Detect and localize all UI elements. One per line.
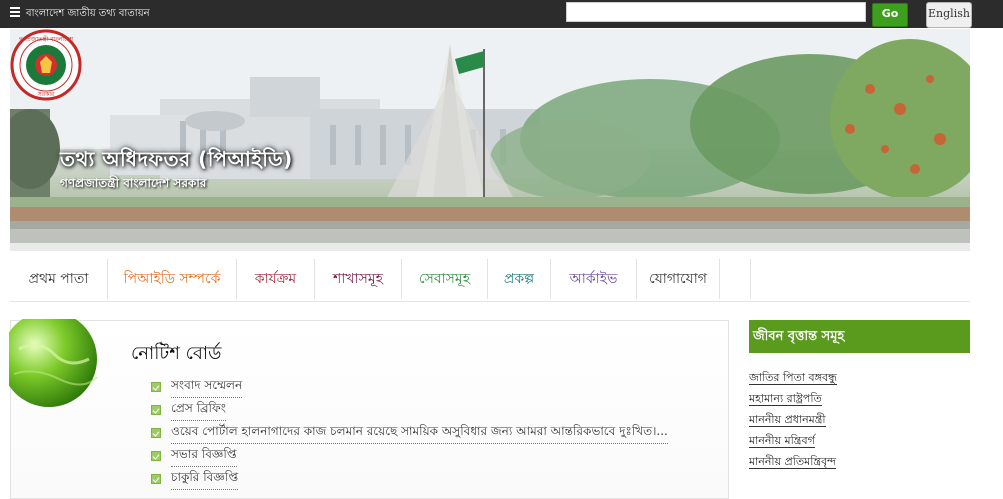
nav-label: সেবাসমূহ <box>418 271 471 287</box>
svg-text:গণপ্রজাতন্ত্রী বাংলাদেশ: গণপ্রজাতন্ত্রী বাংলাদেশ <box>19 35 74 43</box>
site-subtitle: গণপ্রজাতন্ত্রী বাংলাদেশ সরকার <box>60 176 207 190</box>
header-banner: গণপ্রজাতন্ত্রী বাংলাদেশ সরকার তথ্য অধিদফ… <box>10 29 970 251</box>
notice-link[interactable]: সভার বিজ্ঞপ্তি <box>171 446 237 467</box>
list-item: জাতির পিতা বঙ্গবন্ধু <box>749 366 837 387</box>
nav-item-branches[interactable]: শাখাসমূহ <box>315 259 402 299</box>
nav-label: আর্কাইভ <box>569 271 618 287</box>
biography-link[interactable]: মাননীয় প্রধানমন্ত্রী <box>749 413 826 427</box>
checkbox-bullet-icon <box>151 428 161 438</box>
biography-link[interactable]: মাননীয় প্রতিমন্ত্রিবৃন্দ <box>749 455 837 469</box>
nav-item-about-pid[interactable]: পিআইডি সম্পর্কে <box>108 259 237 299</box>
notice-board-panel: নোটিশ বোর্ড সংবাদ সম্মেলন প্রেস ব্রিফিং … <box>9 319 729 499</box>
notice-link[interactable]: সংবাদ সম্মেলন <box>171 377 243 398</box>
nav-item-activities[interactable]: কার্যক্রম <box>237 259 315 299</box>
nav-item-archive[interactable]: আর্কাইভ <box>551 259 637 299</box>
biography-link[interactable]: জাতির পিতা বঙ্গবন্ধু <box>749 371 837 385</box>
nav-item-projects[interactable]: প্রকল্প <box>488 259 551 299</box>
globe-icon <box>9 319 98 407</box>
nav-item-services[interactable]: সেবাসমূহ <box>402 259 488 299</box>
nav-label: কার্যক্রম <box>254 271 297 287</box>
notice-link[interactable]: ওয়েব পোর্টাল হালনাগাদের কাজ চলমান রয়েছ… <box>171 423 668 444</box>
nav-label: প্রথম পাতা <box>28 271 89 287</box>
list-item: মাননীয় মন্ত্রিবর্গ <box>749 429 837 450</box>
english-language-button[interactable]: English <box>926 2 972 28</box>
nav-label: পিআইডি সম্পর্কে <box>123 271 221 287</box>
site-title: তথ্য অধিদফতর (পিআইডি) <box>60 147 293 171</box>
top-bar: বাংলাদেশ জাতীয় তথ্য বাতায়ন Go English <box>0 0 1003 28</box>
biography-link[interactable]: মাননীয় মন্ত্রিবর্গ <box>749 434 815 448</box>
svg-text:সরকার: সরকার <box>37 91 55 98</box>
checkbox-bullet-icon <box>151 451 161 461</box>
nav-item-empty[interactable] <box>720 259 751 299</box>
list-item: মাননীয় প্রতিমন্ত্রিবৃন্দ <box>749 450 837 471</box>
biography-section-title: জীবন বৃত্তান্ত সমূহ <box>749 320 970 353</box>
list-item: মহামান্য রাষ্ট্রপতি <box>749 387 837 408</box>
main-navigation: প্রথম পাতা পিআইডি সম্পর্কে কার্যক্রম শাখ… <box>10 259 970 302</box>
list-item: মাননীয় প্রধানমন্ত্রী <box>749 408 837 429</box>
go-button[interactable]: Go <box>872 3 908 27</box>
biography-list: জাতির পিতা বঙ্গবন্ধু মহামান্য রাষ্ট্রপতি… <box>749 366 837 471</box>
biography-link[interactable]: মহামান্য রাষ্ট্রপতি <box>749 392 822 406</box>
nav-item-home[interactable]: প্রথম পাতা <box>10 259 108 299</box>
notice-link[interactable]: চাকুরি বিজ্ঞপ্তি <box>171 469 239 490</box>
notice-link[interactable]: প্রেস ব্রিফিং <box>171 400 226 421</box>
menu-icon[interactable] <box>10 7 20 17</box>
checkbox-bullet-icon <box>151 474 161 484</box>
banner-scene <box>10 29 970 251</box>
notice-board-title: নোটিশ বোর্ড <box>131 343 222 364</box>
national-portal-link[interactable]: বাংলাদেশ জাতীয় তথ্য বাতায়ন <box>26 6 150 23</box>
checkbox-bullet-icon <box>151 382 161 392</box>
search-input[interactable] <box>566 2 866 22</box>
government-emblem: গণপ্রজাতন্ত্রী বাংলাদেশ সরকার <box>10 29 82 101</box>
nav-item-contact[interactable]: যোগাযোগ <box>637 259 720 299</box>
nav-label: যোগাযোগ <box>649 271 707 287</box>
nav-label: প্রকল্প <box>503 271 535 287</box>
nav-label: শাখাসমূহ <box>333 271 383 287</box>
checkbox-bullet-icon <box>151 405 161 415</box>
